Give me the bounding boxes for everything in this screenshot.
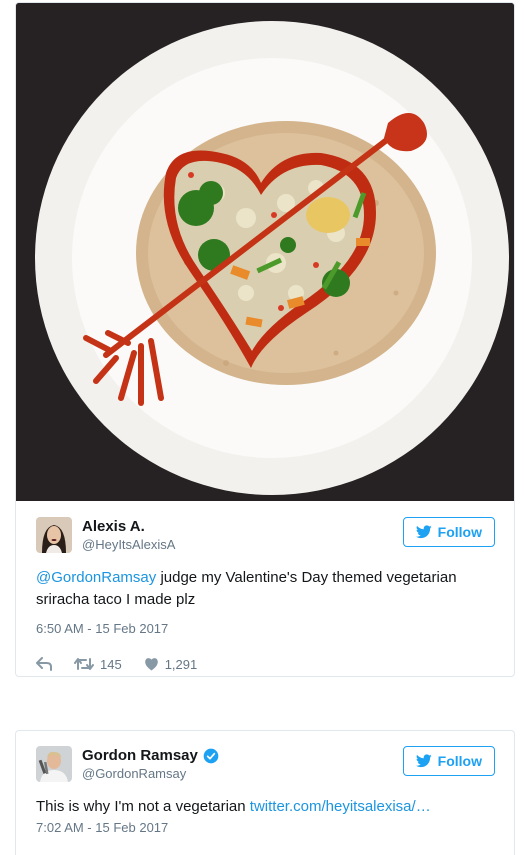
author-name[interactable]: Gordon Ramsay xyxy=(82,746,198,765)
heart-icon xyxy=(144,658,158,671)
avatar-alexis[interactable] xyxy=(36,517,72,553)
reply-button[interactable] xyxy=(36,657,52,671)
avatar-gordon[interactable] xyxy=(36,746,72,782)
tweet-timestamp[interactable]: 6:50 AM - 15 Feb 2017 xyxy=(36,620,494,638)
tweet-photo[interactable] xyxy=(16,3,514,501)
retweet-button[interactable]: 145 xyxy=(74,657,122,672)
reply-icon xyxy=(36,657,52,671)
avatar-image-icon xyxy=(36,517,72,553)
tweet-text: @GordonRamsay judge my Valentine's Day t… xyxy=(36,567,494,611)
like-count: 1,291 xyxy=(164,656,198,672)
mention-link[interactable]: @GordonRamsay xyxy=(36,569,156,586)
verified-badge-icon xyxy=(203,748,219,763)
follow-button-gordon[interactable]: Follow xyxy=(402,746,495,776)
tweet-actions: 145 1,291 xyxy=(36,654,494,674)
author-handle[interactable]: @GordonRamsay xyxy=(82,765,219,783)
author-info: Gordon Ramsay @GordonRamsay xyxy=(82,746,219,783)
retweet-count: 145 xyxy=(100,656,122,672)
author-name[interactable]: Alexis A. xyxy=(82,517,175,536)
follow-label: Follow xyxy=(437,524,482,540)
tweet-card-gordon: Gordon Ramsay @GordonRamsay Follow This … xyxy=(15,730,515,855)
twitter-bird-icon xyxy=(415,754,432,768)
retweet-icon xyxy=(74,658,94,670)
tweet-timestamp[interactable]: 7:02 AM - 15 Feb 2017 xyxy=(36,819,494,837)
tweet-header: Gordon Ramsay @GordonRamsay Follow xyxy=(36,746,495,796)
twitter-bird-icon xyxy=(415,525,432,539)
tweet-text: This is why I'm not a vegetarian twitter… xyxy=(36,796,494,818)
follow-button-alexis[interactable]: Follow xyxy=(402,517,495,547)
author-name-row: Gordon Ramsay xyxy=(82,746,219,765)
avatar-image-icon xyxy=(36,746,72,782)
author-handle[interactable]: @HeyItsAlexisA xyxy=(82,536,175,554)
tweet-body: This is why I'm not a vegetarian xyxy=(36,798,250,815)
follow-label: Follow xyxy=(437,753,482,769)
tweet-header: Alexis A. @HeyItsAlexisA Follow xyxy=(36,517,495,567)
tweet-link[interactable]: twitter.com/heyitsalexisa/… xyxy=(250,798,431,815)
tweet-card-alexis: Alexis A. @HeyItsAlexisA Follow @GordonR… xyxy=(15,2,515,677)
like-button[interactable]: 1,291 xyxy=(144,656,198,672)
author-info: Alexis A. @HeyItsAlexisA xyxy=(82,517,175,554)
